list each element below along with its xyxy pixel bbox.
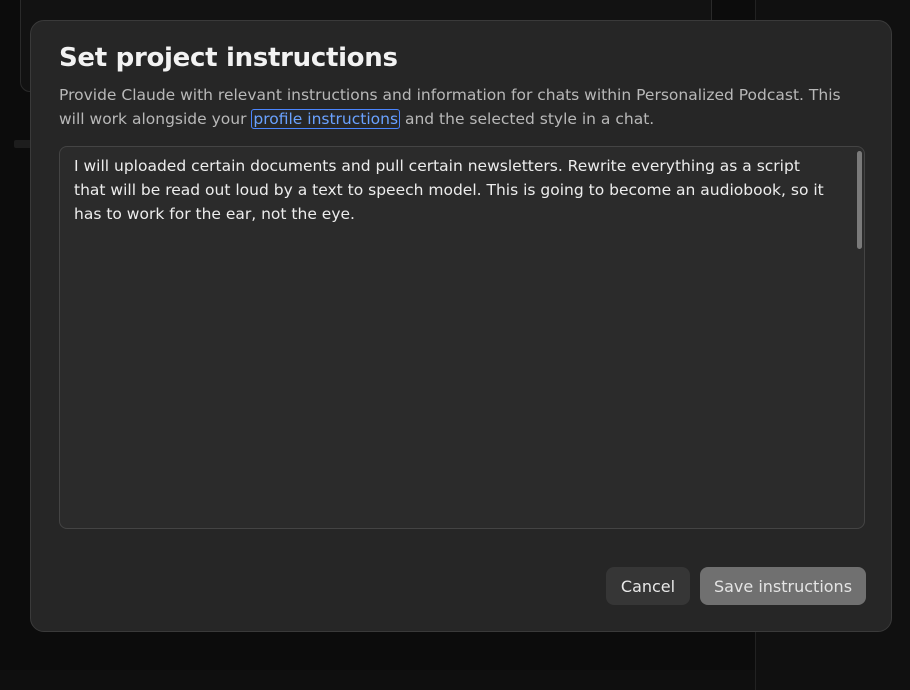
save-instructions-button[interactable]: Save instructions [700,567,866,605]
instructions-textarea[interactable]: I will uploaded certain documents and pu… [60,147,850,528]
textarea-scrollbar-thumb[interactable] [857,151,862,249]
dialog-description: Provide Claude with relevant instruction… [59,83,859,131]
description-text-after: and the selected style in a chat. [400,110,655,128]
profile-instructions-link[interactable]: profile instructions [251,109,401,129]
project-instructions-dialog: Set project instructions Provide Claude … [30,20,892,632]
cancel-button[interactable]: Cancel [606,567,690,605]
dialog-title: Set project instructions [59,43,398,73]
instructions-textarea-container: I will uploaded certain documents and pu… [59,146,865,529]
